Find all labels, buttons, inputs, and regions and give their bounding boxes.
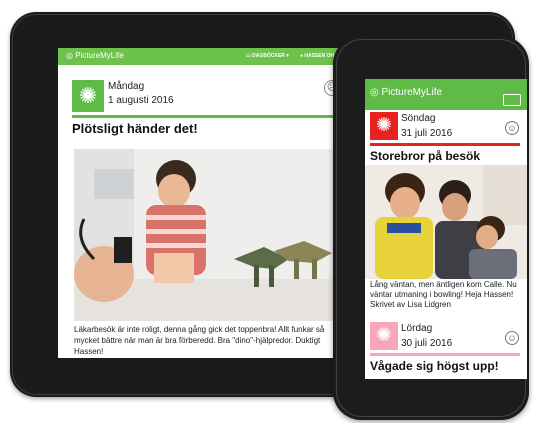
date-badge: ✺ <box>370 112 398 140</box>
author-text: Skrivet av Lisa Lidgren <box>370 300 451 309</box>
top-app-bar: ◎ PictureMyLife ▭ DAGBÖCKER ▾ ● HASSEN O… <box>58 48 358 65</box>
entry-title: Vågade sig högst upp! <box>370 359 499 373</box>
entry-date: 30 juli 2016 <box>401 338 453 349</box>
sun-icon: ✺ <box>376 115 392 136</box>
entry-date: 1 augusti 2016 <box>108 95 174 106</box>
sun-icon: ✺ <box>78 83 98 108</box>
entry-day: Söndag <box>401 113 436 124</box>
diaries-menu[interactable]: ▭ DAGBÖCKER ▾ <box>246 53 289 59</box>
phone-screen: ◎ PictureMyLife ✺ Söndag 31 juli 2016 ☺ … <box>365 79 527 379</box>
camera-logo-icon: ◎ <box>66 51 76 60</box>
photo-illustration <box>74 149 340 321</box>
entry-day: Måndag <box>108 81 145 92</box>
top-app-bar: ◎ PictureMyLife <box>365 79 527 110</box>
entry-title: Storebror på besök <box>370 149 481 163</box>
photo-illustration <box>365 165 527 279</box>
entry-photo[interactable] <box>74 149 340 321</box>
date-badge: ✺ <box>72 80 104 112</box>
sun-icon: ✺ <box>376 325 392 346</box>
entry-caption: Lång väntan, men äntligen kom Calle. Nu … <box>370 280 522 310</box>
divider <box>72 115 340 118</box>
app-logo[interactable]: ◎ PictureMyLife <box>66 51 124 60</box>
divider <box>370 353 520 356</box>
menu-icon[interactable] <box>503 94 521 106</box>
entry-day: Lördag <box>401 323 433 334</box>
smiley-icon[interactable]: ☺ <box>505 121 519 135</box>
app-logo[interactable]: ◎ PictureMyLife <box>370 87 442 98</box>
entry-caption: Läkarbesök är inte roligt, denna gång gi… <box>74 325 325 356</box>
divider <box>370 143 520 146</box>
caption-text: Lång väntan, men äntligen kom Calle. Nu … <box>370 280 517 299</box>
date-badge: ✺ <box>370 322 398 350</box>
tablet-screen: ◎ PictureMyLife ▭ DAGBÖCKER ▾ ● HASSEN O… <box>58 48 358 358</box>
entry-photo[interactable] <box>365 165 527 279</box>
smiley-icon[interactable]: ☺ <box>505 331 519 345</box>
entry-title: Plötsligt händer det! <box>72 121 198 136</box>
camera-logo-icon: ◎ <box>370 87 382 98</box>
entry-date: 31 juli 2016 <box>401 128 453 139</box>
